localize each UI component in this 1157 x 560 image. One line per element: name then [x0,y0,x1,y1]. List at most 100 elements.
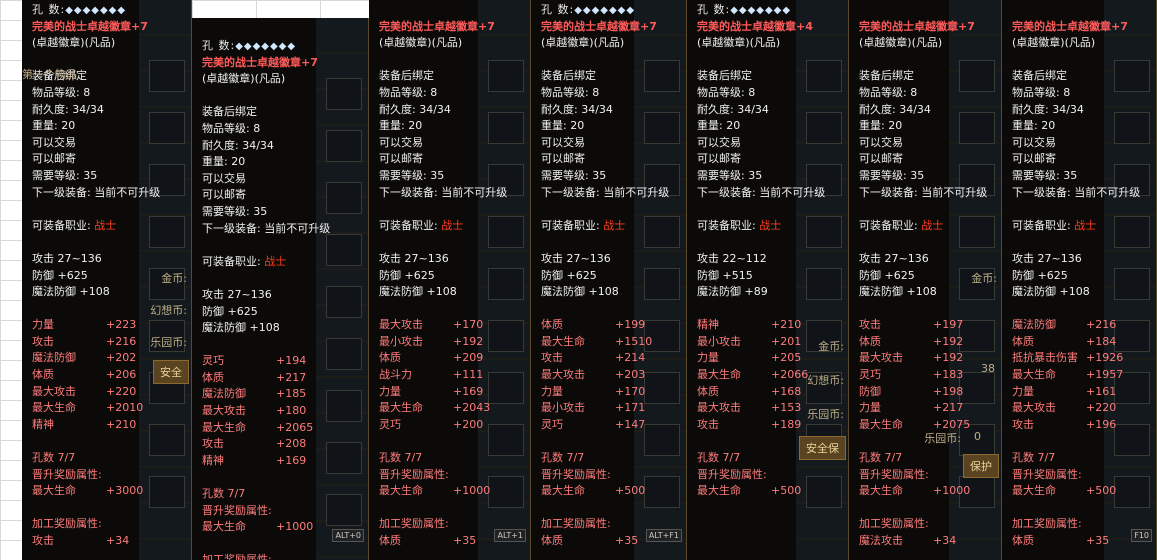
job-value: 战士 [1074,218,1097,232]
attribute-value: +208 [276,437,307,451]
rise-bonus-label: 晋升奖励属性: [1012,467,1082,481]
attribute-name: 力量 [32,318,54,332]
attribute-name: 攻击 [541,351,563,365]
attribute-value: +169 [276,453,307,467]
item-tooltip-panel: 孔 数:◆◆◆◆◆◆◆ 完美的战士卓越徽章+7 (卓越徽章)(凡品) 装备后绑定 物品等… [531,0,687,560]
attribute-value: +2066 [771,368,809,382]
bonus-attribute: 战斗力 +111 [379,367,492,384]
bonus-attribute: 最大生命 +2066 [697,367,810,384]
bonus-attribute: 攻击 +197 [859,317,963,334]
base-property: 可以交易 [379,135,423,149]
attribute-name: 战斗力 [379,368,412,382]
job-label: 可装备职业: [697,218,760,232]
attribute-name: 最大攻击 [859,351,903,365]
bonus-attribute: 最小攻击 +192 [379,334,492,351]
attribute-name: 魔法攻击 [859,534,903,547]
craft-bonus-label: 加工奖励属性: [379,517,449,531]
base-property: 可以邮寄 [32,152,76,166]
hotkey-label: ALT+0 [332,529,364,542]
combat-stat: 防御 +625 [1012,268,1068,282]
item-type: (卓越徽章)(凡品) [202,72,286,86]
attribute-name: 防御 [859,384,881,398]
rise-bonus-label: 晋升奖励属性: [697,467,767,481]
base-property: 下一级装备: 当前不可升级 [541,185,670,199]
attribute-value: +192 [453,334,484,348]
attribute-name: 最大生命 [32,401,76,415]
combat-stat: 攻击 27~136 [859,251,929,265]
attribute-value: +170 [615,384,646,398]
attribute-value: +147 [615,417,646,431]
job-value: 战士 [441,218,464,232]
attribute-name: 力量 [541,384,563,398]
bonus-attribute: 精神 +210 [32,417,153,434]
item-tooltip-panel: 孔 数:◆◆◆◆◆◆◆ 完美的战士卓越徽章+4 (卓越徽章)(凡品) 装备后绑定 物品等… [687,0,849,560]
base-property: 需要等级: 35 [202,204,268,218]
bonus-attribute: 体质 +206 [32,367,153,384]
bonus-attribute: 体质 +184 [1012,334,1118,351]
job-value: 战士 [921,218,944,232]
attribute-value: +209 [453,351,484,365]
base-property: 装备后绑定 [379,69,434,83]
attribute-name: 最大攻击 [697,401,741,415]
attribute-name: 最大生命 [541,334,585,348]
attribute-name: 体质 [859,334,881,348]
overlay-label: 第一个物品 [22,68,77,81]
base-property: 下一级装备: 当前不可升级 [697,185,826,199]
attribute-name: 最大生命 [202,420,246,434]
attribute-name: 最大生命 [379,484,423,498]
attribute-name: 最小攻击 [379,334,423,348]
attribute-name: 最大生命 [379,401,423,415]
safe-button[interactable]: 安全保 [799,436,846,460]
combat-stat: 防御 +625 [202,304,258,318]
base-property: 重量: 20 [202,155,246,169]
rise-bonus-attribute: 最大生命 +500 [1012,483,1118,500]
bonus-attribute: 魔法防御 +185 [202,386,330,403]
safe-button[interactable]: 保护 [963,454,999,478]
attribute-value: +192 [933,351,964,365]
base-property: 需要等级: 35 [32,168,98,182]
tooltip-content: 孔 数:◆◆◆◆◆◆◆ 完美的战士卓越徽章+7 (卓越徽章)(凡品) 装备后绑定 物品等… [539,0,670,560]
bonus-attribute: 最小攻击 +171 [541,400,648,417]
craft-bonus-attribute: 体质 +35 [379,533,492,550]
attribute-value: +189 [771,417,802,431]
base-property: 可以交易 [202,171,246,185]
job-row: 可装备职业: 战士 [379,218,492,235]
hole-count-label: 孔 数: [32,3,66,16]
attribute-value: +217 [933,401,964,415]
gem-icons: ◆◆◆◆◆◆◆ [235,41,297,52]
attribute-value: +203 [615,368,646,382]
bonus-attribute: 最大攻击 +170 [379,317,492,334]
base-property: 需要等级: 35 [859,168,925,182]
attribute-name: 魔法防御 [202,387,246,401]
attribute-name: 最大攻击 [202,404,246,418]
attribute-value: +35 [615,534,639,547]
item-name: 完美的战士卓越徽章+7 [32,19,148,33]
safe-button[interactable]: 安全 [153,360,189,384]
base-property: 可以交易 [859,135,903,149]
combat-stat: 魔法防御 +108 [379,285,457,299]
hole-total: 孔数 7/7 [202,487,246,501]
rise-bonus-attribute: 最大生命 +500 [697,483,810,500]
combat-stat: 魔法防御 +108 [202,321,280,335]
base-property: 耐久度: 34/34 [859,102,931,116]
base-property: 装备后绑定 [859,69,914,83]
attribute-value: +194 [276,354,307,368]
attribute-value: +500 [615,484,646,498]
bonus-attribute: 精神 +210 [697,317,810,334]
tooltip-content: 完美的战士卓越徽章+7 (卓越徽章)(凡品) 装备后绑定 物品等级: 8 耐久度: 34… [1010,0,1140,560]
job-value: 战士 [94,218,117,232]
attribute-name: 体质 [202,370,224,384]
attribute-value: +111 [453,368,484,382]
attribute-name: 体质 [32,368,54,382]
job-row: 可装备职业: 战士 [541,218,648,235]
